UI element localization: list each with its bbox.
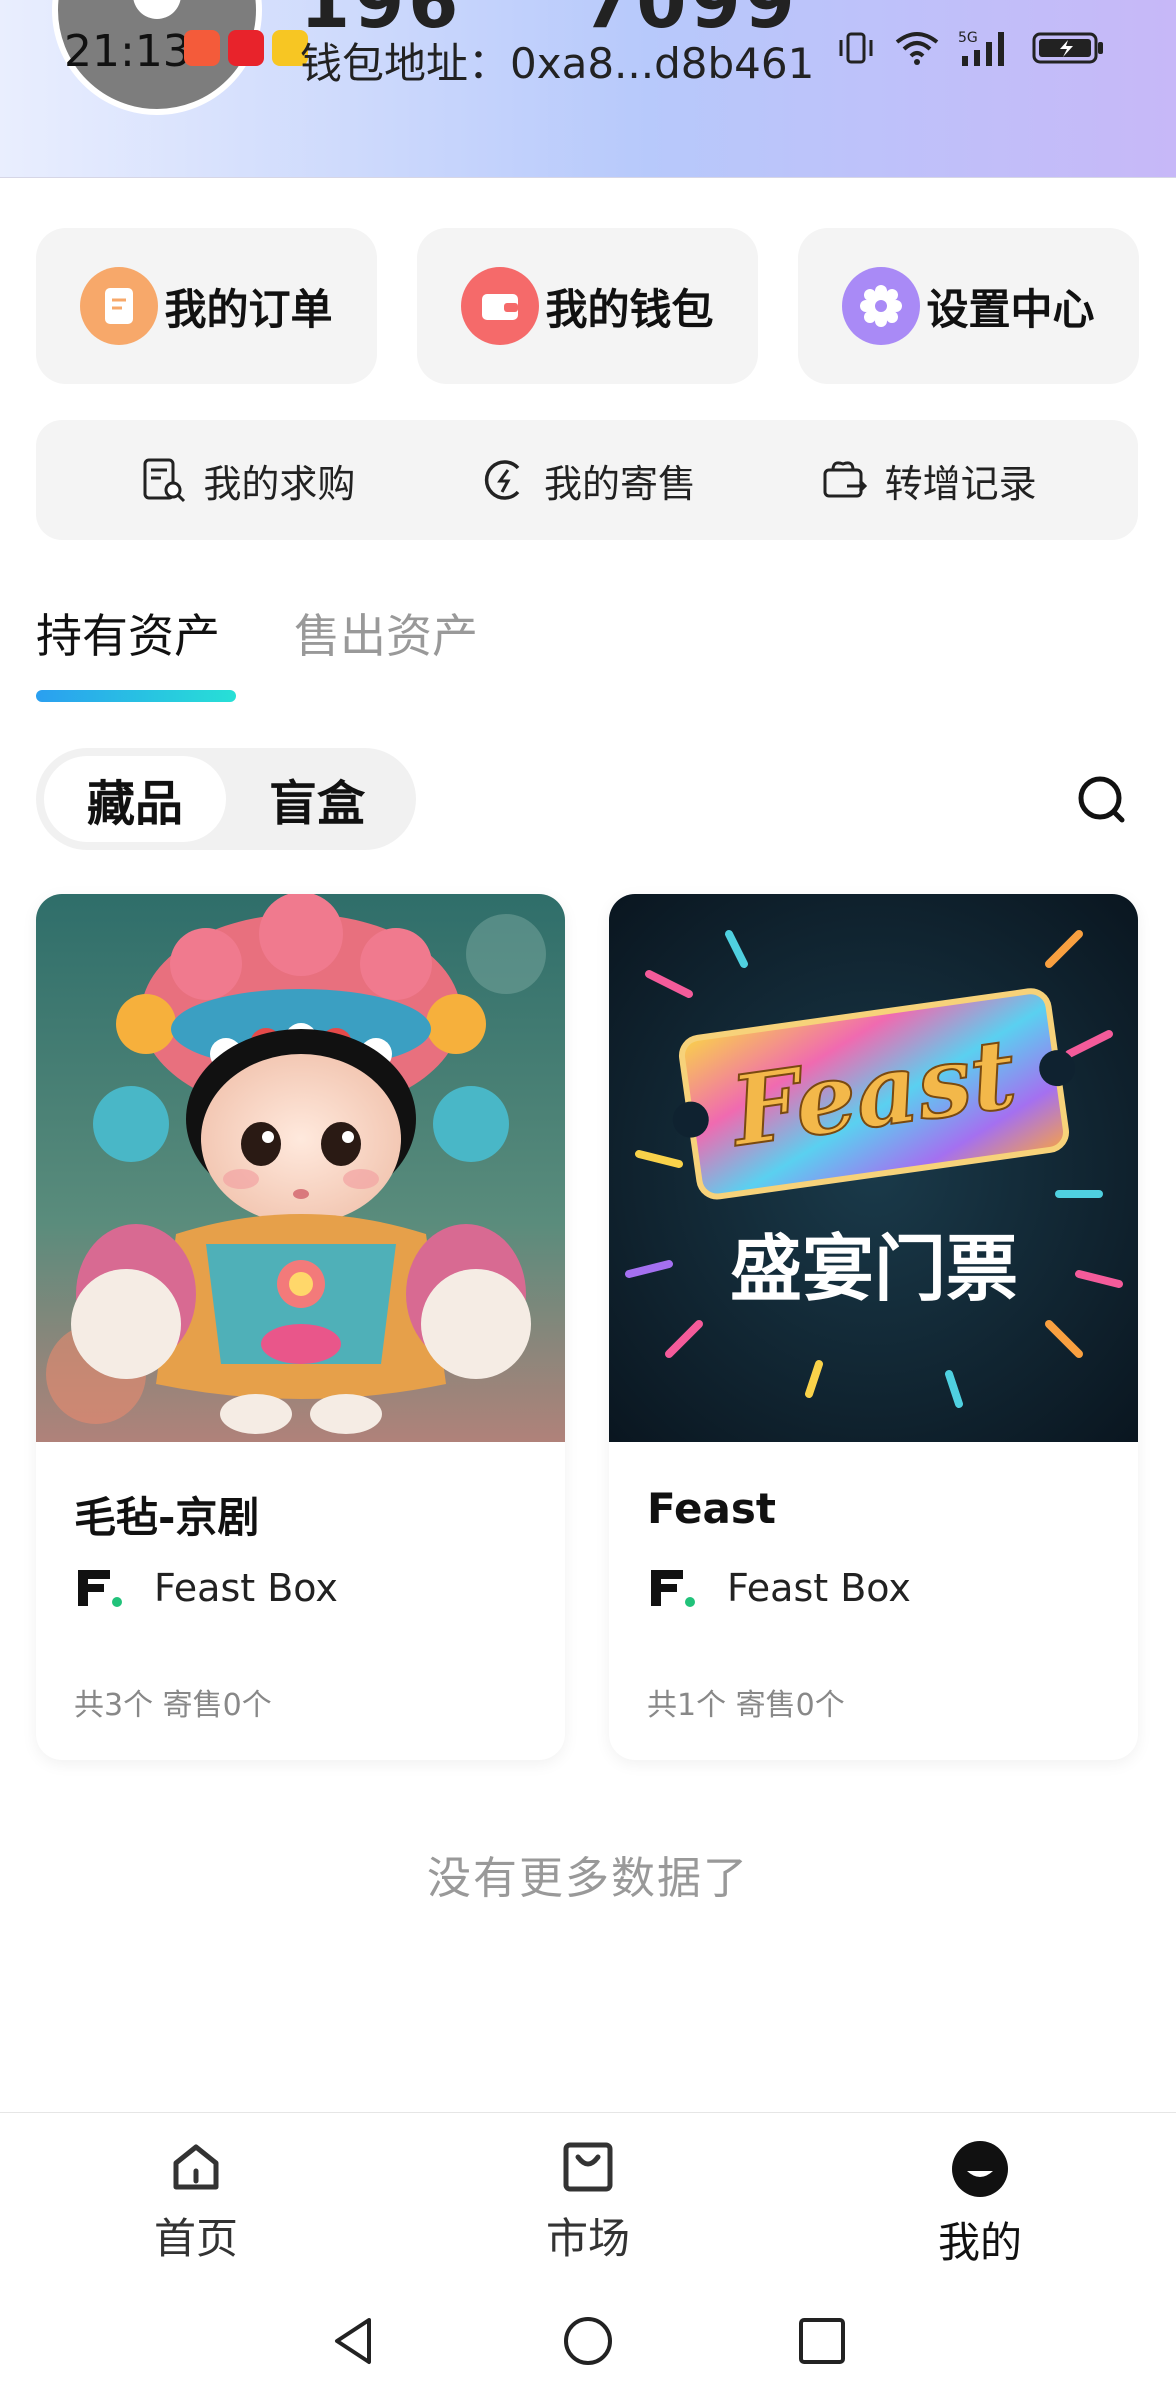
my-consignments-label: 我的寄售 — [543, 461, 696, 506]
my-purchase-requests-button[interactable]: 我的求购 — [137, 453, 355, 508]
card-brand: Feast Box — [647, 1566, 911, 1610]
bottom-nav: 首页 市场 我的 — [0, 2112, 1176, 2282]
home-circle-icon[interactable] — [561, 2314, 615, 2368]
purchase-request-icon — [143, 458, 186, 503]
card-title: Feast — [647, 1484, 776, 1533]
market-bag-icon — [563, 2142, 613, 2192]
collection-type-toggle: 藏品 盲盒 — [36, 748, 416, 850]
tab-holding-assets[interactable]: 持有资产 — [36, 600, 236, 702]
segment-blind-boxes[interactable]: 盲盒 — [226, 756, 408, 842]
my-wallet-button[interactable]: 我的钱包 — [417, 228, 758, 384]
nav-market[interactable]: 市场 — [488, 2113, 688, 2282]
home-icon — [173, 2144, 219, 2190]
settings-icon — [842, 267, 921, 345]
my-purchase-requests-label: 我的求购 — [203, 461, 356, 506]
segment-collectibles[interactable]: 藏品 — [44, 756, 226, 842]
ticket-image-subtitle: 盛宴门票 — [730, 1227, 1018, 1311]
search-icon — [1078, 776, 1125, 823]
my-orders-label: 我的订单 — [164, 284, 333, 334]
status-app-icons — [184, 30, 308, 66]
settings-center-button[interactable]: 设置中心 — [798, 228, 1139, 384]
card-brand-name: Feast Box — [154, 1566, 338, 1610]
transfer-record-icon — [823, 461, 867, 498]
tab-sold-assets[interactable]: 售出资产 — [294, 600, 478, 700]
tab-sold-assets-label: 售出资产 — [294, 609, 478, 663]
transfer-records-button[interactable]: 转增记录 — [819, 453, 1037, 508]
profile-header: 196 7099 21:13 钱包地址：0xa8...d8b461 5G — [0, 0, 1176, 178]
search-button[interactable] — [1072, 770, 1132, 830]
no-more-data-text: 没有更多数据了 — [427, 1853, 749, 1904]
tab-holding-assets-label: 持有资产 — [36, 609, 220, 663]
card-image-feast-ticket: Feast 盛宴门票 — [609, 894, 1138, 1442]
order-icon — [80, 267, 159, 345]
notification-video-icon — [228, 30, 264, 66]
card-meta: 共3个 寄售0个 — [74, 1688, 272, 1723]
profile-smile-icon — [952, 2141, 1008, 2197]
transfer-records-label: 转增记录 — [884, 461, 1037, 506]
status-time: 21:13 — [64, 26, 191, 77]
card-meta: 共1个 寄售0个 — [647, 1688, 845, 1723]
asset-tabs: 持有资产 售出资产 — [36, 600, 478, 702]
my-orders-button[interactable]: 我的订单 — [36, 228, 377, 384]
consignment-icon — [484, 460, 520, 500]
my-consignments-button[interactable]: 我的寄售 — [478, 453, 696, 508]
recents-icon[interactable] — [795, 2314, 849, 2368]
nav-home[interactable]: 首页 — [96, 2113, 296, 2282]
asset-card[interactable]: Feast 盛宴门票 Feast Feast Box 共1个 寄售0个 — [609, 894, 1138, 1760]
card-title: 毛毡-京剧 — [74, 1493, 260, 1542]
card-brand: Feast Box — [74, 1566, 338, 1610]
feast-brand-logo-icon — [651, 1570, 695, 1607]
nav-mine[interactable]: 我的 — [880, 2113, 1080, 2282]
vibrate-icon — [839, 32, 873, 64]
wifi-icon — [895, 32, 939, 65]
settings-center-label: 设置中心 — [926, 284, 1095, 334]
battery-charging-icon — [1032, 32, 1103, 64]
card-brand-name: Feast Box — [727, 1566, 911, 1610]
quick-actions: 我的订单 我的钱包 设置中心 — [36, 228, 1139, 384]
asset-card[interactable]: 毛毡-京剧 Feast Box 共3个 寄售0个 — [36, 894, 565, 1760]
active-tab-indicator — [36, 690, 236, 702]
asset-cards: 毛毡-京剧 Feast Box 共3个 寄售0个 Feast 盛宴门票 Feas… — [36, 894, 1138, 1760]
nav-home-label: 首页 — [153, 2214, 238, 2263]
secondary-actions: 我的求购 我的寄售 转增记录 — [36, 420, 1138, 540]
5g-signal-icon: 5G — [958, 30, 1004, 66]
wallet-address[interactable]: 钱包地址：0xa8...d8b461 — [300, 30, 814, 91]
system-nav-bar — [0, 2282, 1176, 2400]
notification-app-icon — [184, 30, 220, 66]
svg-text:5G: 5G — [958, 30, 978, 46]
nav-market-label: 市场 — [545, 2214, 630, 2263]
feast-brand-logo-icon — [78, 1570, 122, 1607]
card-image-opera-doll — [36, 894, 565, 1442]
back-icon[interactable] — [327, 2314, 381, 2368]
status-icons: 5G — [836, 28, 1106, 68]
my-wallet-label: 我的钱包 — [545, 284, 714, 334]
wallet-icon — [461, 267, 540, 345]
nav-mine-label: 我的 — [937, 2218, 1022, 2267]
